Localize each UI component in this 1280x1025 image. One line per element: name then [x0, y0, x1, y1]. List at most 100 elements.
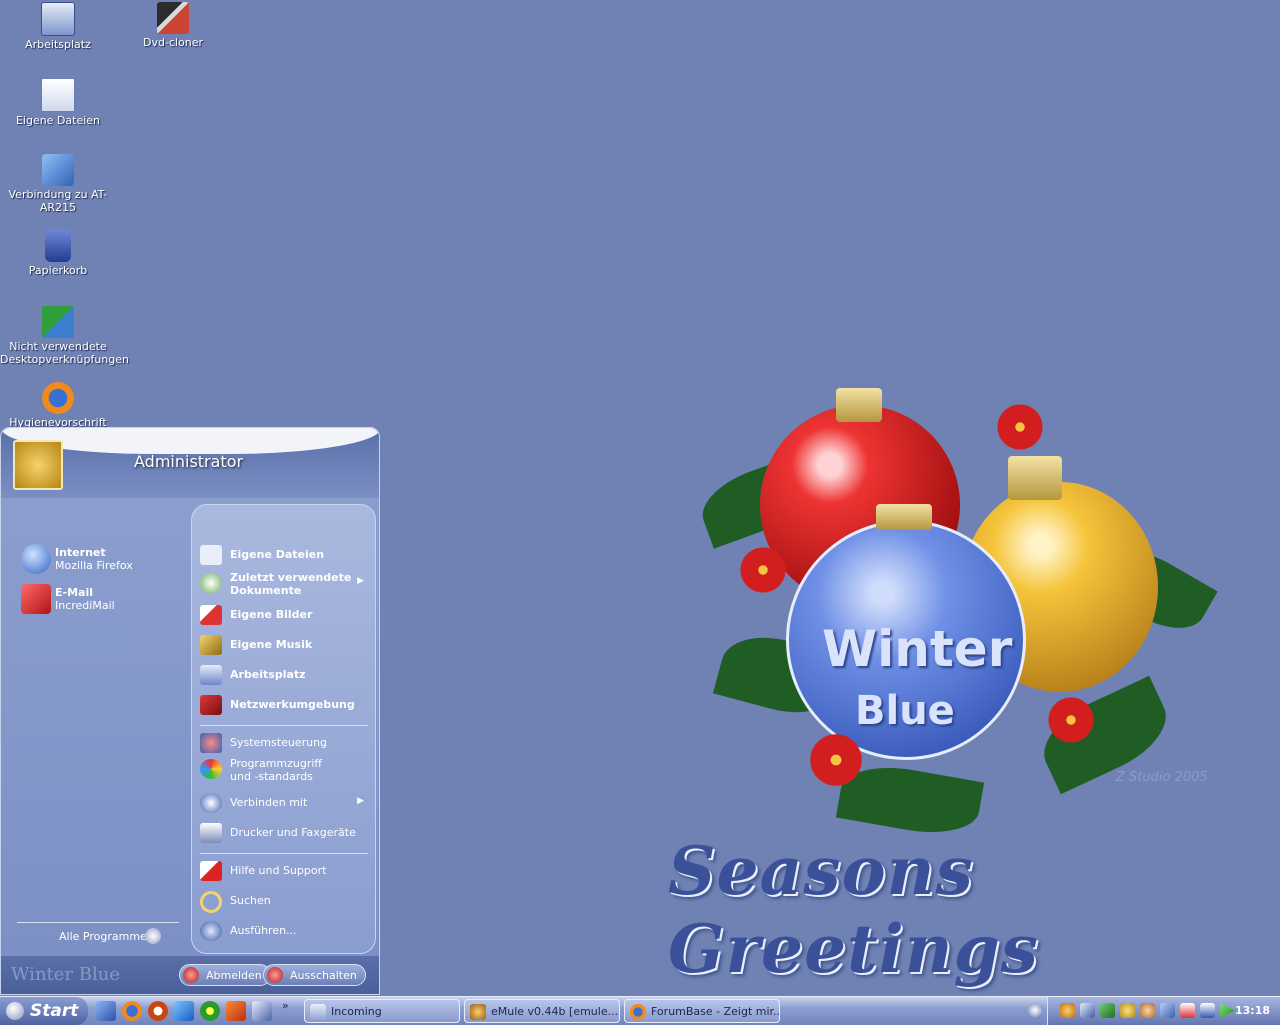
start-button[interactable]: Start — [0, 997, 88, 1025]
firefox-icon — [630, 1004, 646, 1020]
menu-item-search[interactable]: Suchen — [200, 887, 370, 915]
menu-item-label: Verbinden mit — [230, 796, 308, 809]
desktop-icon-unused-shortcuts[interactable]: Nicht verwendete Desktopverknüpfungen — [0, 306, 129, 366]
menu-item-systemsteuerung[interactable]: Systemsteuerung — [200, 729, 370, 757]
menu-item-eigene-musik[interactable]: Eigene Musik — [200, 631, 370, 659]
menu-item-recent-documents[interactable]: Zuletzt verwendete Dokumente ▶ — [200, 569, 370, 599]
all-programs-button[interactable]: Alle Programme — [59, 930, 147, 943]
desktop-icon-arbeitsplatz[interactable]: Arbeitsplatz — [0, 2, 116, 51]
ball-text-blue: Blue — [855, 688, 955, 734]
quicklaunch-opera-icon[interactable] — [148, 1001, 168, 1021]
shutdown-label: Ausschalten — [290, 969, 357, 982]
run-icon — [200, 921, 222, 941]
pinned-subtitle: Mozilla Firefox — [55, 559, 133, 572]
start-menu: Administrator Internet Mozilla Firefox E… — [0, 427, 380, 995]
menu-item-label: Ausführen... — [230, 924, 297, 937]
separator — [200, 853, 368, 854]
menu-item-eigene-dateien[interactable]: Eigene Dateien — [200, 541, 370, 569]
emule-icon — [470, 1004, 486, 1020]
tray-network-icon[interactable] — [1080, 1003, 1095, 1018]
quicklaunch-flower-icon[interactable] — [200, 1001, 220, 1021]
menu-item-netzwerkumgebung[interactable]: Netzwerkumgebung — [200, 691, 370, 719]
tray-security-icon[interactable] — [1100, 1003, 1115, 1018]
unused-shortcuts-icon — [42, 306, 74, 338]
task-button-emule[interactable]: eMule v0.44b [emule.... — [464, 999, 620, 1023]
desktop-icon-papierkorb[interactable]: Papierkorb — [0, 230, 116, 277]
control-panel-icon — [200, 733, 222, 753]
start-menu-right-column: Eigene Dateien Zuletzt verwendete Dokume… — [191, 504, 376, 954]
quicklaunch-ie-icon[interactable] — [174, 1001, 194, 1021]
connect-to-icon — [200, 793, 222, 813]
desktop-icon-label: Dvd-cloner — [142, 36, 204, 49]
start-menu-footer: Winter Blue Abmelden Ausschalten — [1, 956, 379, 994]
menu-item-label: Eigene Bilder — [230, 608, 313, 621]
clock-icon — [200, 573, 222, 593]
start-menu-left-column: Internet Mozilla Firefox E-Mail IncrediM… — [1, 498, 189, 948]
submenu-arrow-icon: ▶ — [357, 796, 364, 806]
separator — [200, 725, 368, 726]
task-button-incoming[interactable]: Incoming — [304, 999, 460, 1023]
tray-messenger-icon[interactable] — [1120, 1003, 1135, 1018]
tray-cpu-icon[interactable] — [1200, 1003, 1215, 1018]
tray-expand-icon[interactable] — [1028, 1003, 1042, 1017]
recycle-bin-icon — [45, 230, 71, 262]
task-button-forumbase[interactable]: ForumBase - Zeigt mir... — [624, 999, 780, 1023]
quicklaunch-overflow-button[interactable]: » — [282, 999, 289, 1012]
documents-folder-icon — [41, 78, 75, 112]
folder-icon — [310, 1004, 326, 1020]
user-avatar[interactable] — [13, 440, 63, 490]
shutdown-button[interactable]: Ausschalten — [263, 964, 366, 986]
ornament-cap — [1008, 456, 1062, 500]
start-label: Start — [30, 1001, 79, 1021]
quicklaunch-show-desktop-icon[interactable] — [96, 1001, 116, 1021]
taskbar-clock[interactable]: 13:18 — [1235, 1004, 1270, 1017]
network-connection-icon — [42, 154, 74, 186]
quicklaunch-media-player-icon[interactable] — [252, 1001, 272, 1021]
logoff-icon — [183, 967, 199, 983]
tray-play-icon[interactable] — [1220, 1003, 1235, 1018]
poinsettia-flower — [985, 392, 1055, 462]
tray-temperature-icon[interactable] — [1180, 1003, 1195, 1018]
task-label: ForumBase - Zeigt mir... — [651, 1005, 780, 1018]
menu-item-help[interactable]: Hilfe und Support — [200, 857, 370, 885]
pinned-title: E-Mail — [55, 586, 93, 599]
computer-icon — [41, 2, 75, 36]
theme-watermark: Winter Blue — [11, 964, 120, 985]
quicklaunch-firefox-icon[interactable] — [122, 1001, 142, 1021]
menu-item-verbinden-mit[interactable]: Verbinden mit ▶ — [200, 789, 370, 817]
start-orb-icon — [6, 1002, 24, 1020]
logoff-label: Abmelden — [206, 969, 262, 982]
menu-item-program-access[interactable]: Programmzugriff und -standards — [200, 755, 370, 785]
mail-icon — [21, 584, 51, 614]
program-access-icon — [200, 759, 222, 779]
logoff-button[interactable]: Abmelden — [179, 964, 271, 986]
menu-item-arbeitsplatz[interactable]: Arbeitsplatz — [200, 661, 370, 689]
desktop-icon-dvd-cloner[interactable]: Dvd-cloner — [115, 2, 231, 49]
task-label: eMule v0.44b [emule.... — [491, 1005, 620, 1018]
pictures-folder-icon — [200, 605, 222, 625]
quicklaunch-incredimail-icon[interactable] — [226, 1001, 246, 1021]
menu-item-label: Suchen — [230, 894, 271, 907]
desktop-icon-label: Verbindung zu AT-AR215 — [8, 188, 108, 214]
power-icon — [267, 967, 283, 983]
desktop-icon-eigene-dateien[interactable]: Eigene Dateien — [0, 78, 116, 127]
pinned-internet[interactable]: Internet Mozilla Firefox — [21, 542, 181, 578]
tray-bluetooth-icon[interactable] — [1160, 1003, 1175, 1018]
desktop-icon-hygienevorschrift[interactable]: Hygienevorschrift — [0, 382, 116, 429]
submenu-arrow-icon: ▶ — [357, 576, 364, 586]
tray-avatar-icon[interactable] — [1140, 1003, 1155, 1018]
search-icon — [200, 891, 222, 913]
menu-item-printers[interactable]: Drucker und Faxgeräte — [200, 819, 370, 847]
printer-icon — [200, 823, 222, 843]
menu-item-run[interactable]: Ausführen... — [200, 917, 370, 945]
pinned-email[interactable]: E-Mail IncrediMail — [21, 582, 181, 618]
desktop-icon-verbindung[interactable]: Verbindung zu AT-AR215 — [0, 154, 116, 214]
firefox-icon — [42, 382, 74, 414]
tray-emule-icon[interactable] — [1060, 1003, 1075, 1018]
start-menu-header: Administrator — [1, 428, 379, 498]
menu-item-label: Drucker und Faxgeräte — [230, 826, 356, 839]
separator — [17, 922, 179, 923]
menu-item-label: Arbeitsplatz — [230, 668, 306, 681]
desktop-icon-label: Papierkorb — [28, 264, 88, 277]
menu-item-eigene-bilder[interactable]: Eigene Bilder — [200, 601, 370, 629]
